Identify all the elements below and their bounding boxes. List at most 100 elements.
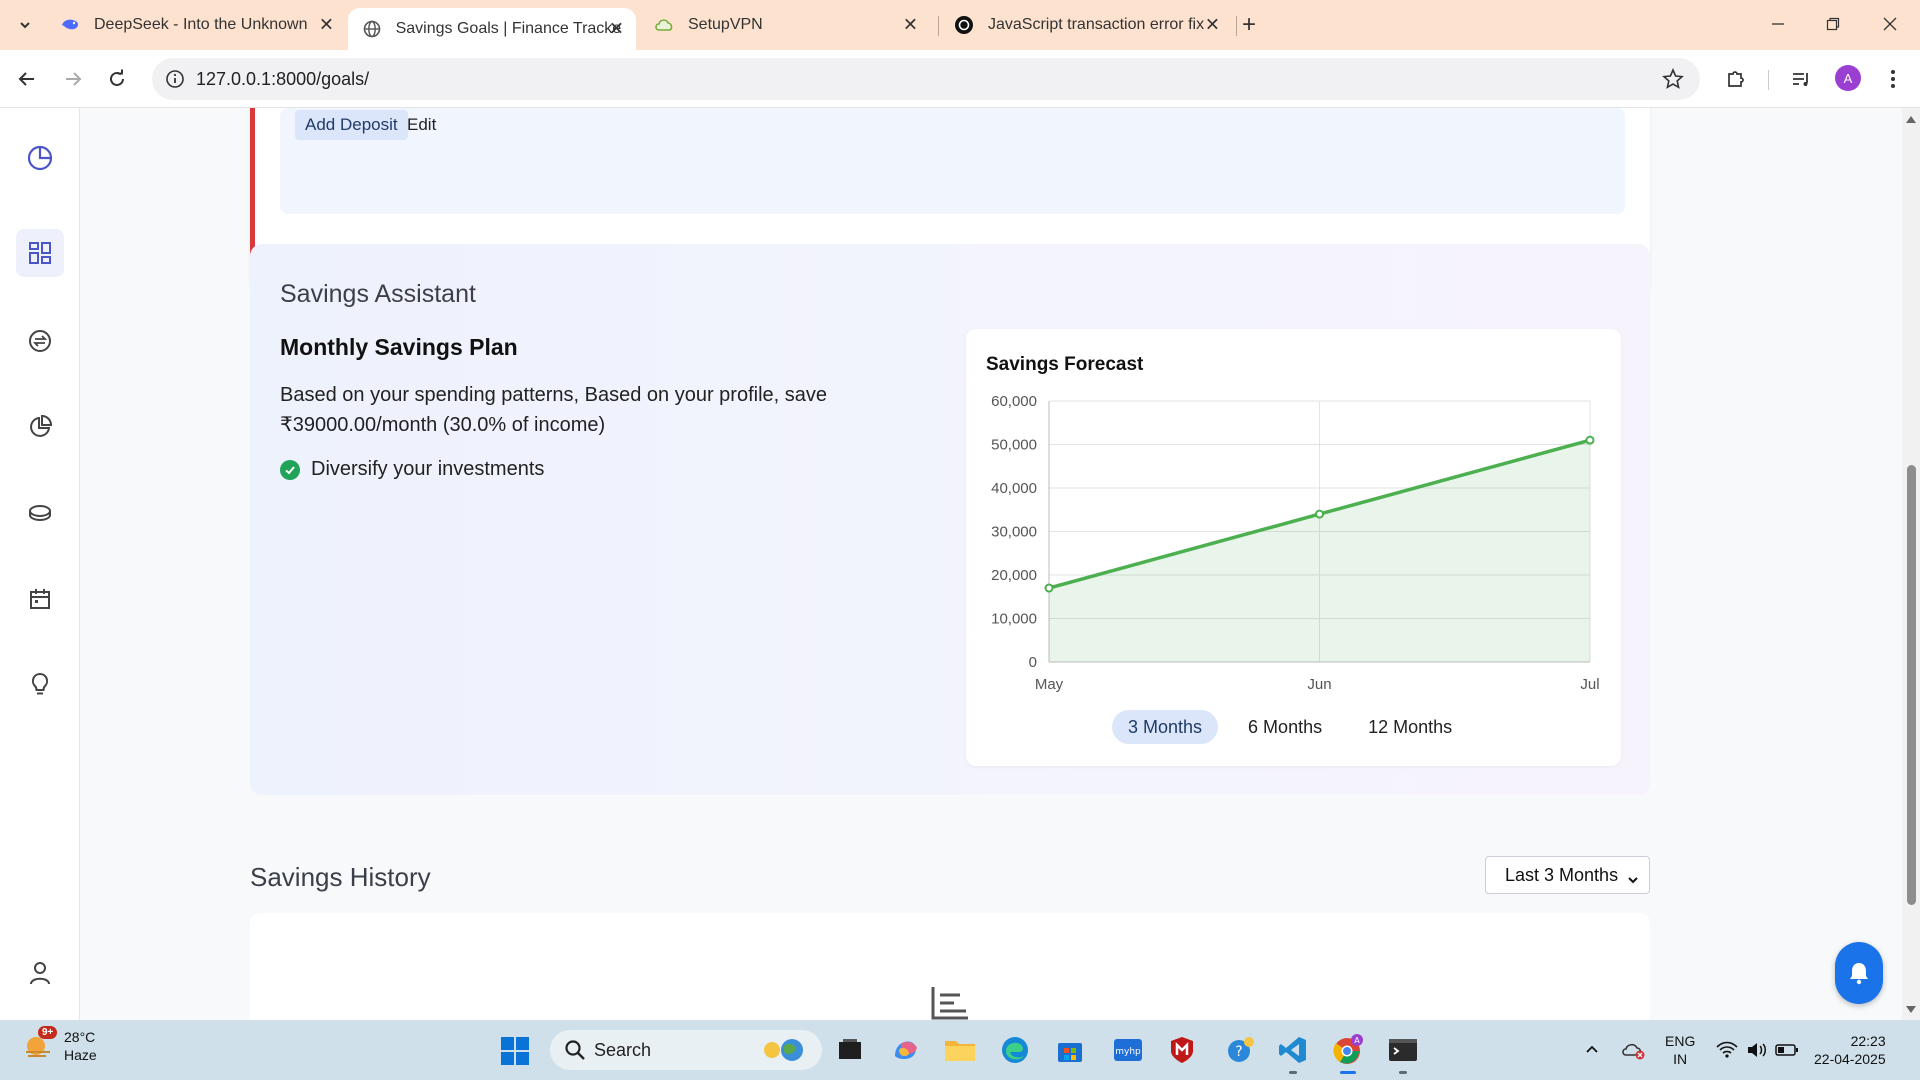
- range-6-months-button[interactable]: 6 Months: [1232, 710, 1338, 744]
- windows-start-icon[interactable]: [500, 1036, 530, 1066]
- page-scrollbar[interactable]: [1902, 108, 1920, 1020]
- get-help-icon[interactable]: ?: [1222, 1032, 1258, 1068]
- add-deposit-button[interactable]: Add Deposit: [295, 110, 408, 140]
- clock-date: 22-04-2025: [1814, 1051, 1886, 1067]
- microsoft-store-icon[interactable]: [1052, 1032, 1088, 1068]
- url-text: 127.0.0.1:8000/goals/: [196, 69, 370, 89]
- goal-card-actions: Add Deposit Edit: [280, 108, 1625, 214]
- savings-forecast-card: Savings Forecast 0 10,000 20,000 30,000 40,0…: [966, 329, 1621, 766]
- svg-text:A: A: [1354, 1036, 1360, 1045]
- data-point: [1315, 509, 1324, 519]
- chevron-down-icon: [1627, 870, 1639, 891]
- svg-text:?: ?: [1235, 1044, 1242, 1060]
- range-12-months-button[interactable]: 12 Months: [1352, 710, 1468, 744]
- tab-chatgpt[interactable]: JavaScript transaction error fix ✕: [940, 8, 1232, 42]
- forecast-title: Savings Forecast: [986, 354, 1144, 375]
- forward-arrow-icon[interactable]: [59, 65, 87, 93]
- check-circle-icon: [280, 459, 300, 480]
- close-window-icon[interactable]: [1878, 12, 1902, 36]
- bell-icon: [1850, 963, 1868, 985]
- calendar-icon[interactable]: [16, 575, 64, 623]
- edit-goal-button[interactable]: Edit: [407, 115, 436, 135]
- extensions-puzzle-icon[interactable]: [1721, 64, 1751, 94]
- monthly-plan-description: Based on your spending patterns, Based o…: [280, 384, 828, 436]
- close-tab-icon[interactable]: ✕: [609, 19, 624, 40]
- scroll-down-arrow-icon[interactable]: [1906, 1006, 1916, 1013]
- main-content: Add Deposit Edit Savings Assistant Month…: [80, 108, 1902, 1020]
- browser-toolbar: 127.0.0.1:8000/goals/: [0, 50, 1920, 108]
- taskbar-search-label: Search: [594, 1040, 652, 1060]
- new-tab-plus-icon[interactable]: +: [1242, 11, 1256, 39]
- tab-search-dropdown-icon[interactable]: [10, 10, 40, 40]
- restore-window-icon[interactable]: [1821, 12, 1845, 36]
- bar-chart-empty-icon: [930, 985, 970, 1020]
- deepseek-whale-icon: [60, 15, 80, 35]
- mcafee-shield-icon[interactable]: [1164, 1032, 1200, 1068]
- y-tick-label: 0: [1029, 654, 1037, 671]
- battery-icon[interactable]: [1774, 1032, 1800, 1068]
- weather-badge: 9+: [38, 1026, 58, 1039]
- savings-tip: Diversify your investments: [280, 458, 544, 481]
- windows-taskbar: 9+ 28°C Haze Search myhp ? A ENG IN 22:2…: [0, 1020, 1920, 1080]
- savings-coins-icon[interactable]: [16, 489, 64, 537]
- tab-deepseek[interactable]: DeepSeek - Into the Unknown ✕: [46, 8, 346, 42]
- onedrive-sync-error-icon[interactable]: [1620, 1032, 1648, 1068]
- app-sidebar: [0, 108, 80, 1020]
- tab-title: Savings Goals | Finance Tracker: [395, 20, 622, 37]
- y-tick-label: 30,000: [991, 524, 1037, 541]
- reports-pie-icon[interactable]: [16, 403, 64, 451]
- history-period-select[interactable]: Last 3 Months: [1485, 856, 1650, 894]
- volume-icon[interactable]: [1744, 1032, 1770, 1068]
- close-tab-icon[interactable]: ✕: [319, 15, 334, 36]
- back-arrow-icon[interactable]: [13, 65, 41, 93]
- vscode-icon[interactable]: [1275, 1032, 1311, 1074]
- tab-title: SetupVPN: [688, 16, 763, 33]
- search-icon: [564, 1039, 586, 1066]
- tab-savings-goals[interactable]: Savings Goals | Finance Tracker ✕: [348, 8, 636, 50]
- chevron-up-icon[interactable]: [1580, 1032, 1604, 1068]
- reload-icon[interactable]: [103, 65, 131, 93]
- site-info-icon[interactable]: [164, 68, 186, 90]
- myhp-icon[interactable]: myhp: [1110, 1032, 1146, 1068]
- pie-chart-icon[interactable]: [16, 134, 64, 182]
- weather-description: Haze: [64, 1047, 97, 1063]
- profile-avatar[interactable]: A: [1835, 65, 1861, 91]
- notifications-bell-button[interactable]: [1835, 942, 1883, 1004]
- chrome-icon[interactable]: A: [1330, 1032, 1366, 1074]
- wifi-icon[interactable]: [1714, 1032, 1740, 1068]
- edge-browser-icon[interactable]: [997, 1032, 1033, 1068]
- transactions-icon[interactable]: [16, 317, 64, 365]
- tab-setupvpn[interactable]: SetupVPN ✕: [640, 8, 930, 42]
- address-bar[interactable]: 127.0.0.1:8000/goals/: [152, 58, 1700, 100]
- globe-icon: [362, 19, 382, 39]
- file-explorer-icon[interactable]: [942, 1032, 978, 1068]
- close-tab-icon[interactable]: ✕: [1205, 15, 1220, 36]
- media-controls-icon[interactable]: [1786, 64, 1816, 94]
- scrollbar-thumb[interactable]: [1907, 465, 1916, 905]
- input-language-indicator[interactable]: ENG IN: [1665, 1032, 1695, 1068]
- dashboard-grid-icon[interactable]: [16, 229, 64, 277]
- x-tick-label: Jul: [1580, 676, 1599, 693]
- copilot-icon[interactable]: [888, 1032, 924, 1068]
- lightbulb-icon[interactable]: [16, 661, 64, 709]
- browser-menu-kebab-icon[interactable]: [1878, 64, 1908, 94]
- system-clock[interactable]: 22:23 22-04-2025: [1814, 1032, 1886, 1068]
- openai-icon: [954, 15, 974, 35]
- bookmark-star-icon[interactable]: [1662, 67, 1684, 95]
- close-tab-icon[interactable]: ✕: [903, 15, 918, 36]
- savings-history-card: [250, 913, 1650, 1020]
- taskbar-search-box[interactable]: Search: [550, 1030, 822, 1070]
- terminal-icon[interactable]: [1385, 1032, 1421, 1074]
- scroll-up-arrow-icon[interactable]: [1906, 116, 1916, 123]
- user-profile-icon[interactable]: [16, 949, 64, 997]
- task-view-icon[interactable]: [832, 1032, 868, 1068]
- y-tick-label: 50,000: [991, 437, 1037, 454]
- weather-widget[interactable]: 9+ 28°C Haze: [22, 1026, 97, 1064]
- tab-separator: [938, 16, 939, 36]
- data-point: [1044, 583, 1054, 593]
- y-tick-label: 40,000: [991, 480, 1037, 497]
- range-3-months-button[interactable]: 3 Months: [1112, 710, 1219, 744]
- minimize-window-icon[interactable]: [1766, 12, 1790, 36]
- y-tick-label: 60,000: [991, 393, 1037, 410]
- savings-history-heading: Savings History: [250, 862, 431, 892]
